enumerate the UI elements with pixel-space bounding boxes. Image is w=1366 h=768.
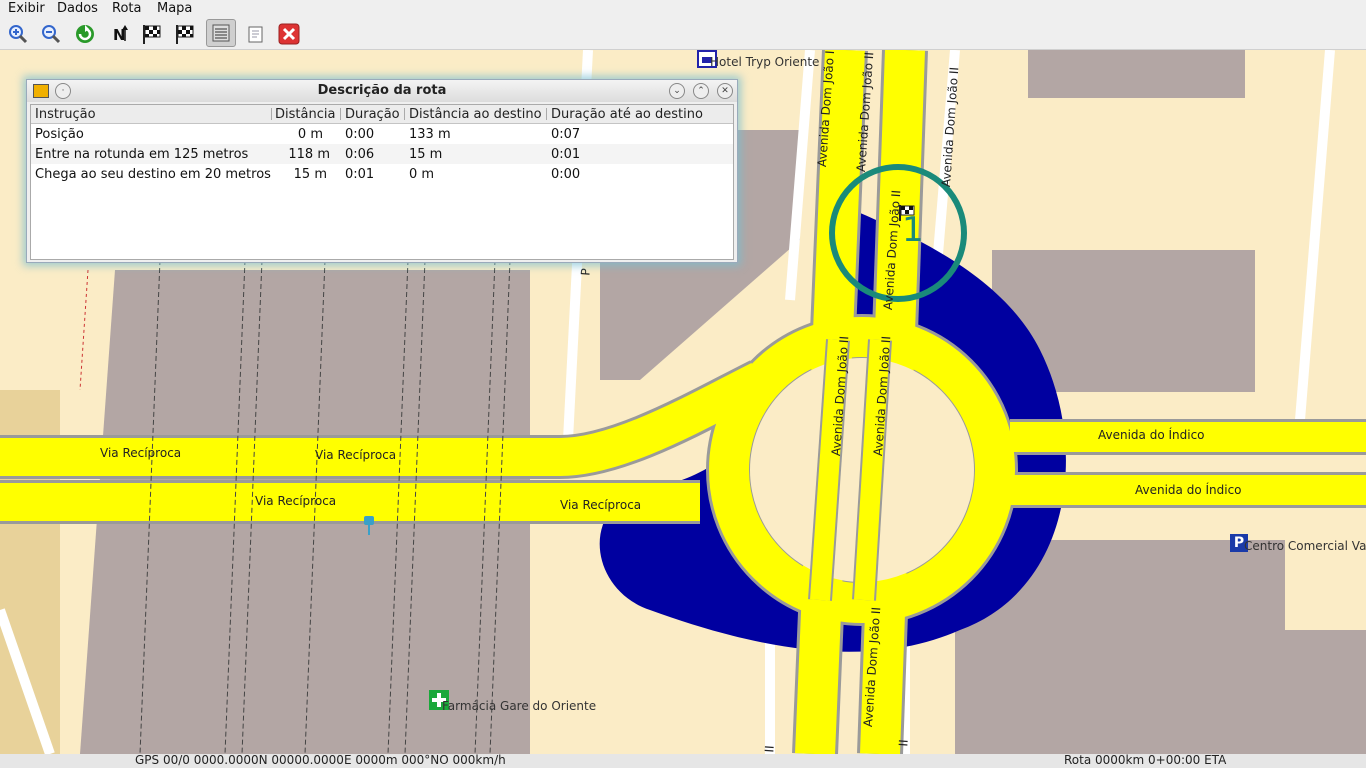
route-status: Rota 0000km 0+00:00 ETA: [1064, 753, 1227, 767]
column-header[interactable]: Instrução: [35, 107, 96, 122]
menu-rota[interactable]: Rota: [112, 1, 141, 16]
street-label-partial: II: [896, 738, 911, 748]
street-label: Avenida do Índico: [1098, 428, 1205, 442]
cell-dist-dest: 0 m: [409, 167, 435, 182]
pharmacy-label: Farmácia Gare do Oriente: [442, 699, 597, 713]
hotel-label: Hotel Tryp Oriente: [710, 55, 820, 69]
cell-duration: 0:06: [345, 147, 375, 162]
app-icon: [33, 84, 49, 98]
cell-dur-dest: 0:07: [551, 127, 581, 142]
cell-distance: 118 m: [288, 147, 330, 162]
column-header[interactable]: Duração: [345, 107, 400, 122]
cell-dist-dest: 133 m: [409, 127, 451, 142]
street-label: Via Recíproca: [560, 498, 642, 512]
cell-dur-dest: 0:00: [551, 167, 581, 182]
close-red-icon[interactable]: [276, 21, 302, 47]
gps-status: GPS 00/0 0000.0000N 00000.0000E 0000m 00…: [135, 753, 506, 767]
cell-duration: 0:01: [345, 167, 375, 182]
list-icon[interactable]: [206, 19, 236, 47]
street-label: Avenida do Índico: [1135, 483, 1242, 497]
dialog-title: Descrição da rota: [317, 83, 447, 98]
waypoint-number: 1: [902, 210, 924, 250]
menu-mapa[interactable]: Mapa: [157, 1, 192, 16]
cell-instruction: Chega ao seu destino em 20 metros: [35, 167, 271, 182]
cell-dur-dest: 0:01: [551, 147, 581, 162]
centro-label: Centro Comercial Vas: [1244, 539, 1366, 553]
route-table[interactable]: Instrução Distância Duração Distância ao…: [30, 104, 734, 260]
zoom-in-icon[interactable]: [5, 21, 31, 47]
cell-instruction: Entre na rotunda em 125 metros: [35, 147, 249, 162]
cell-instruction: Posição: [35, 127, 84, 142]
table-row[interactable]: Chega ao seu destino em 20 metros 15 m 0…: [31, 164, 733, 184]
zoom-out-icon[interactable]: [38, 21, 64, 47]
dialog-close-button[interactable]: ✕: [717, 83, 733, 99]
menu-bar: Exibir Dados Rota Mapa: [0, 0, 1366, 18]
route-description-dialog: Descrição da rota · ⌄ ⌃ ✕ Instrução Dist…: [26, 79, 738, 263]
north-icon[interactable]: N: [106, 21, 132, 47]
status-bar: GPS 00/0 0000.0000N 00000.0000E 0000m 00…: [0, 753, 1366, 768]
maximize-button[interactable]: ⌃: [693, 83, 709, 99]
flag-start-icon[interactable]: [139, 21, 165, 47]
street-label: Via Recíproca: [100, 446, 182, 460]
column-header[interactable]: Duração até ao destino: [551, 107, 703, 122]
column-header[interactable]: Distância: [275, 107, 335, 122]
cell-distance: 0 m: [297, 127, 323, 142]
column-header[interactable]: Distância ao destino: [409, 107, 542, 122]
street-label-partial: P: [578, 267, 593, 277]
dialog-menu-button[interactable]: ·: [55, 83, 71, 99]
cell-duration: 0:00: [345, 127, 375, 142]
cell-distance: 15 m: [293, 167, 327, 182]
flag-finish-icon[interactable]: [172, 21, 198, 47]
refresh-icon[interactable]: [72, 21, 98, 47]
street-label-partial: II: [762, 744, 777, 754]
street-label: Via Recíproca: [255, 494, 337, 508]
dialog-title-bar[interactable]: Descrição da rota: [27, 80, 737, 102]
cell-dist-dest: 15 m: [409, 147, 443, 162]
street-label: Via Recíproca: [315, 448, 397, 462]
toolbar: N: [0, 18, 1366, 50]
menu-dados[interactable]: Dados: [57, 1, 98, 16]
table-row[interactable]: Posição 0 m 0:00 133 m 0:07: [31, 124, 733, 144]
menu-exibir[interactable]: Exibir: [8, 1, 45, 16]
table-header: Instrução Distância Duração Distância ao…: [31, 105, 733, 124]
notes-icon[interactable]: [243, 21, 269, 47]
table-row[interactable]: Entre na rotunda em 125 metros 118 m 0:0…: [31, 144, 733, 164]
minimize-button[interactable]: ⌄: [669, 83, 685, 99]
